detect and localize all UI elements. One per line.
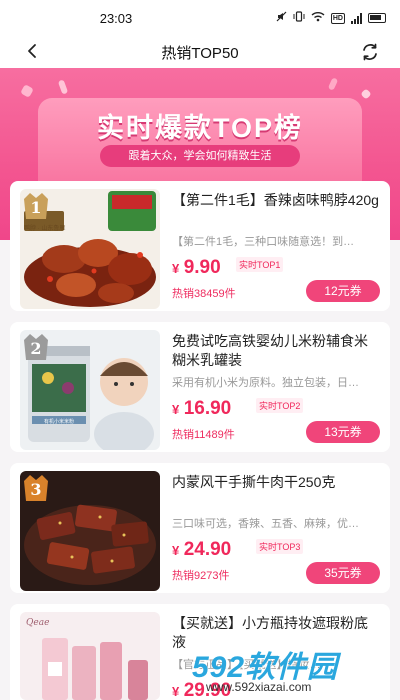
brand-logo-text: Qeae [26,618,50,628]
product-card[interactable]: 3 内蒙风干手撕牛肉干250克 三口味可选，香辣、五香、麻辣，优… ¥ 24.9… [10,463,390,593]
product-price: ¥ 24.90 [172,539,231,561]
currency-symbol: ¥ [172,402,180,417]
site-watermark: 592软件园 www.592xiazai.com [192,642,392,698]
hd-icon: HD [330,12,345,24]
status-bar: 23:03 HD [0,0,400,36]
rank-tag: 实时TOP2 [256,398,304,413]
product-card[interactable]: 有机小米米粉 2 免费试吃高铁婴幼儿米粉辅食米糊米乳罐装 采用有机小米为原料。独… [10,322,390,452]
rank-badge: 2 [20,330,54,364]
mute-icon [276,11,287,25]
price-value: 16.90 [183,398,232,419]
product-description: 采用有机小米为原料。独立包装，日… [172,377,359,389]
product-title[interactable]: 免费试吃高铁婴幼儿米粉辅食米糊米乳罐装 [172,332,380,370]
wifi-icon [311,11,325,25]
coupon-button[interactable]: 13元券 [306,421,380,443]
watermark-url: www.592xiazai.com [206,680,312,694]
product-price: ¥ 9.90 [172,257,221,279]
sales-count: 热销9273件 [172,570,230,582]
currency-symbol: ¥ [172,261,180,276]
product-description: 三口味可选，香辣、五香、麻辣，优… [172,518,359,530]
confetti-decoration [20,84,34,98]
rank-badge: 1 [20,189,54,223]
refresh-icon [363,43,377,61]
refresh-button[interactable] [358,40,382,64]
sales-count: 热销38459件 [172,288,236,300]
product-title[interactable]: 【第二件1毛】香辣卤味鸭脖420g [172,191,380,210]
status-icons: HD [276,11,386,25]
rank-number: 2 [30,339,42,358]
confetti-decoration [57,79,69,95]
rank-badge: 3 [20,471,54,505]
sales-count: 热销11489件 [172,429,235,441]
banner-subtitle: 跟着大众，学会如何精致生活 [100,145,300,167]
product-description: 【第二件1毛，三种口味随意选！到… [172,236,355,248]
nav-bar: 热销TOP50 [0,36,400,68]
rank-tag: 实时TOP3 [256,539,304,554]
product-image: 鸭脖 · 山东鲁雁 1 [20,189,160,309]
product-image: 3 [20,471,160,591]
product-price: ¥ 16.90 [172,398,231,420]
rank-number: 3 [30,480,42,499]
confetti-decoration [327,77,339,91]
banner-title: 实时爆款TOP榜 [96,113,303,143]
status-time: 23:03 [99,11,133,26]
rank-tag: 实时TOP1 [236,257,284,272]
price-value: 24.90 [183,539,232,560]
vibrate-icon [293,11,305,25]
coupon-button[interactable]: 35元券 [306,562,380,584]
product-image-caption: 有机小米米粉 [43,419,74,425]
price-value: 9.90 [183,257,221,278]
product-image-caption: 鸭脖 · 山东鲁雁 [24,226,66,232]
product-title[interactable]: 内蒙风干手撕牛肉干250克 [172,473,380,492]
rank-number: 1 [30,198,42,217]
product-image: Qeae [20,612,160,700]
battery-icon [368,13,386,23]
product-card[interactable]: 鸭脖 · 山东鲁雁 1 【第二件1毛】香辣卤味鸭脖420g 【第二件1毛，三种口… [10,181,390,311]
confetti-decoration [360,88,372,100]
coupon-button[interactable]: 12元券 [306,280,380,302]
currency-symbol: ¥ [172,684,180,699]
page-title: 热销TOP50 [161,45,239,62]
currency-symbol: ¥ [172,543,180,558]
signal-icon [351,12,362,24]
product-image: 有机小米米粉 2 [20,330,160,450]
